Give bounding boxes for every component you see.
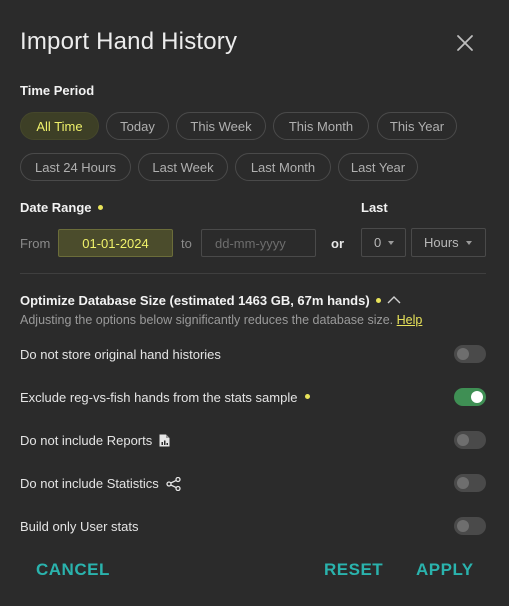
option-row-reg-vs-fish: Exclude reg-vs-fish hands from the stats… [20, 390, 311, 405]
last-amount-value: 0 [374, 235, 382, 250]
optimize-heading: Optimize Database Size (estimated 1463 G… [20, 293, 401, 309]
toggle-statistics[interactable] [454, 474, 486, 492]
date-range-label: Date Range [20, 200, 92, 215]
from-label: From [20, 236, 51, 251]
optimize-subtitle-row: Adjusting the options below significantl… [20, 313, 422, 327]
date-range-heading: Date Range [20, 200, 103, 215]
help-link[interactable]: Help [397, 313, 423, 327]
share-icon [166, 476, 181, 491]
apply-button[interactable]: APPLY [416, 560, 474, 580]
toggle-original-histories[interactable] [454, 345, 486, 363]
last-amount-dropdown[interactable]: 0 [361, 228, 406, 257]
option-label: Exclude reg-vs-fish hands from the stats… [20, 390, 298, 405]
close-icon[interactable] [455, 33, 475, 53]
chip-this-year[interactable]: This Year [377, 112, 457, 140]
modified-dot-icon [375, 298, 381, 304]
chip-last-month[interactable]: Last Month [235, 153, 331, 181]
chip-this-month[interactable]: This Month [273, 112, 369, 140]
toggle-knob [457, 520, 469, 532]
chevron-up-icon[interactable] [387, 292, 401, 307]
option-label: Do not store original hand histories [20, 347, 221, 362]
option-label: Do not include Statistics [20, 476, 159, 491]
toggle-knob [471, 391, 483, 403]
toggle-knob [457, 434, 469, 446]
reset-button[interactable]: RESET [324, 560, 383, 580]
to-label: to [181, 236, 192, 251]
option-label: Do not include Reports [20, 433, 153, 448]
optimize-title: Optimize Database Size (estimated 1463 G… [20, 293, 370, 308]
toggle-user-stats[interactable] [454, 517, 486, 535]
date-from-input[interactable]: 01-01-2024 [58, 229, 173, 257]
chip-last-week[interactable]: Last Week [138, 153, 228, 181]
date-to-input[interactable]: dd-mm-yyyy [201, 229, 316, 257]
chip-this-week[interactable]: This Week [176, 112, 266, 140]
chip-all-time[interactable]: All Time [20, 112, 99, 140]
toggle-knob [457, 348, 469, 360]
chip-today[interactable]: Today [106, 112, 169, 140]
divider [20, 273, 486, 274]
or-label: or [331, 236, 344, 251]
toggle-reg-vs-fish[interactable] [454, 388, 486, 406]
modified-dot-icon [305, 394, 311, 399]
option-row-original-histories: Do not store original hand histories [20, 347, 221, 362]
chip-last-year[interactable]: Last Year [338, 153, 418, 181]
option-row-reports: Do not include Reports [20, 433, 170, 448]
option-row-statistics: Do not include Statistics [20, 476, 181, 491]
option-row-user-stats: Build only User stats [20, 519, 139, 534]
chip-last-24-hours[interactable]: Last 24 Hours [20, 153, 131, 181]
chevron-down-icon [388, 240, 395, 245]
time-period-label: Time Period [20, 83, 95, 98]
last-label: Last [361, 200, 388, 215]
report-icon [159, 434, 170, 447]
modified-dot-icon [97, 205, 103, 211]
toggle-knob [457, 477, 469, 489]
chevron-down-icon [465, 240, 472, 245]
last-unit-value: Hours [424, 235, 459, 250]
cancel-button[interactable]: CANCEL [36, 560, 110, 580]
optimize-subtitle: Adjusting the options below significantl… [20, 313, 394, 327]
dialog-title: Import Hand History [20, 28, 238, 55]
toggle-reports[interactable] [454, 431, 486, 449]
last-unit-dropdown[interactable]: Hours [411, 228, 486, 257]
option-label: Build only User stats [20, 519, 139, 534]
